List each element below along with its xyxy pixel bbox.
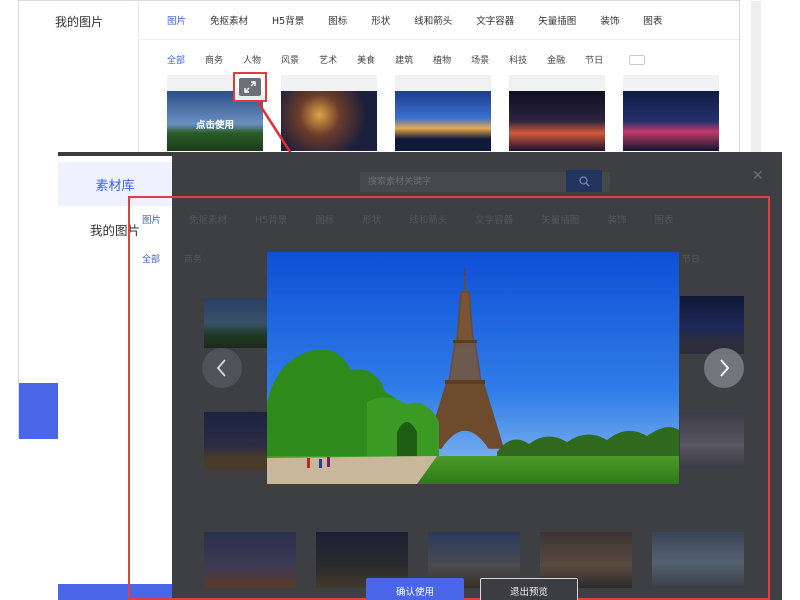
thumbnail-image [509,91,605,151]
fg-category-tabs: 图片 免抠素材 H5背景 图标 形状 线和箭头 文字容器 矢量插图 装饰 图表 [142,212,701,226]
dim-thumbnail[interactable] [204,298,268,348]
previous-button[interactable] [202,348,242,388]
dim-thumbnail[interactable] [652,532,744,588]
fg-tab-vector[interactable]: 矢量插图 [541,212,579,226]
chevron-left-icon [216,359,226,377]
bg-tab-charts[interactable]: 图表 [643,13,662,27]
next-button[interactable] [704,348,744,388]
bg-category-tabs: 图片 免抠素材 H5背景 图标 形状 线和箭头 文字容器 矢量插图 装饰 图表 [167,13,686,27]
bg-tab-text-container[interactable]: 文字容器 [476,13,514,27]
expand-icon [239,78,261,96]
dim-thumbnail[interactable] [204,412,268,470]
bg-tab-cutout[interactable]: 免抠素材 [210,13,248,27]
fg-tab-h5-bg[interactable]: H5背景 [255,212,287,226]
expand-button[interactable] [233,72,267,102]
fg-subtab-business[interactable]: 商务 [184,252,202,265]
bg-subcategory-tabs: 全部 商务 人物 风景 艺术 美食 建筑 植物 场景 科技 金融 节日 [167,53,646,66]
bg-subtab-finance[interactable]: 金融 [547,53,565,66]
search-button[interactable] [566,170,602,192]
fg-subtab-festival[interactable]: 节日 [682,252,700,265]
fg-subcategory-tabs: 全部 商务 节日 [142,252,700,265]
dim-thumbnail[interactable] [680,296,744,354]
fg-tab-images[interactable]: 图片 [142,212,161,226]
bg-subtab-tech[interactable]: 科技 [509,53,527,66]
bg-tab-lines[interactable]: 线和箭头 [414,13,452,27]
fg-tab-charts[interactable]: 图表 [654,212,673,226]
bg-subtab-scenery[interactable]: 风景 [281,53,299,66]
thumbnail-skyline[interactable] [623,75,719,151]
close-icon[interactable]: ✕ [752,168,764,184]
use-caption[interactable]: 点击使用 [167,117,263,131]
bg-subtab-architecture[interactable]: 建筑 [395,53,413,66]
bg-tab-images[interactable]: 图片 [167,13,186,27]
fg-subtab-all[interactable]: 全部 [142,252,160,265]
fg-tab-cutout[interactable]: 免抠素材 [189,212,227,226]
bg-sidebar-item-my-images[interactable]: 我的图片 [19,13,139,30]
eiffel-tower-photo [267,252,679,484]
bg-subtab-festival[interactable]: 节日 [585,53,603,66]
bg-tab-icons[interactable]: 图标 [328,13,347,27]
bg-subtab-food[interactable]: 美食 [357,53,375,66]
thumbnail-avenue[interactable] [509,75,605,151]
thumbnail-image [395,91,491,151]
bg-subtab-people[interactable]: 人物 [243,53,261,66]
fg-tab-icons[interactable]: 图标 [315,212,334,226]
fg-tab-lines[interactable]: 线和箭头 [409,212,447,226]
dim-thumbnail[interactable] [680,412,744,468]
fg-tab-decoration[interactable]: 装饰 [607,212,626,226]
chevron-right-icon [720,359,730,377]
bg-subtab-all[interactable]: 全部 [167,53,185,66]
thumbnail-city-night[interactable] [281,75,377,151]
preview-image [267,252,679,484]
bg-tab-decoration[interactable]: 装饰 [600,13,619,27]
bg-tab-divider [139,39,739,40]
thumbnail-harbor[interactable] [395,75,491,151]
bg-subtab-scenes[interactable]: 场景 [471,53,489,66]
bg-tab-h5-bg[interactable]: H5背景 [272,13,304,27]
bg-tab-shapes[interactable]: 形状 [371,13,390,27]
bg-tab-vector[interactable]: 矢量插图 [538,13,576,27]
bg-subtab-plants[interactable]: 植物 [433,53,451,66]
search-icon [578,175,589,186]
dim-thumbnail[interactable] [204,532,296,588]
more-categories-icon[interactable] [629,54,646,65]
bg-subtab-business[interactable]: 商务 [205,53,223,66]
fg-tab-shapes[interactable]: 形状 [362,212,381,226]
exit-preview-button[interactable]: 退出预览 [480,578,578,600]
thumbnail-image [281,91,377,151]
fg-tab-text-container[interactable]: 文字容器 [475,212,513,226]
thumbnail-image [623,91,719,151]
bg-subtab-art[interactable]: 艺术 [319,53,337,66]
confirm-use-button[interactable]: 确认使用 [366,578,464,600]
